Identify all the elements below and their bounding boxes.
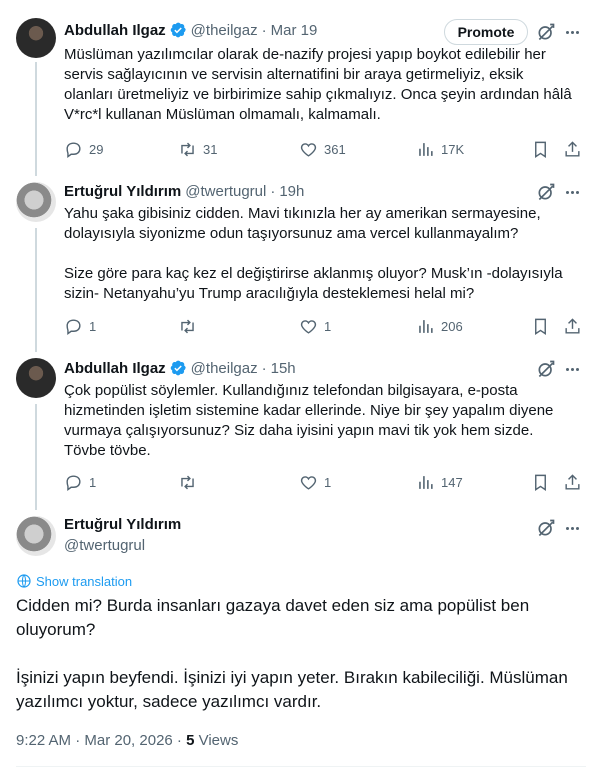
tweet-text: Cidden mi? Burda insanları gazaya davet … <box>16 596 568 711</box>
separator-dot: · <box>270 182 276 200</box>
analytics-icon <box>419 319 433 333</box>
analytics-icon <box>419 475 433 489</box>
author-handle[interactable]: @theilgaz <box>191 360 258 377</box>
views-count: 147 <box>441 474 463 490</box>
tweet-actions: 1 1 206 <box>64 316 586 336</box>
reply-count: 1 <box>89 318 97 334</box>
analytics-icon <box>419 142 433 156</box>
repost-icon <box>181 142 194 156</box>
bookmark-icon <box>535 474 546 491</box>
avatar[interactable] <box>16 18 56 58</box>
reply-count: 29 <box>89 141 104 157</box>
show-translation-link[interactable]: Show translation <box>16 573 132 589</box>
translate-icon <box>17 574 31 588</box>
views-count: 17K <box>441 141 465 157</box>
views-count: 206 <box>441 318 463 334</box>
repost-count: 31 <box>203 141 218 157</box>
share-button[interactable] <box>563 316 582 336</box>
avatar[interactable] <box>16 516 56 556</box>
bookmark-button[interactable] <box>531 316 550 336</box>
tweet-header: Ertuğrul Yıldırım @twertugrul · 19h <box>64 181 586 201</box>
repost-button[interactable] <box>178 472 203 492</box>
author-name[interactable]: Abdullah Ilgaz <box>64 360 166 377</box>
tweet-text: Yahu şaka gibisiniz cidden. Mavi tıkınız… <box>64 205 563 302</box>
views-button[interactable]: 147 <box>416 472 463 492</box>
divider <box>16 766 586 767</box>
tweet-time[interactable]: 15h <box>271 360 296 377</box>
share-button[interactable] <box>563 139 582 159</box>
author-name[interactable]: Ertuğrul Yıldırım <box>64 516 181 533</box>
reply-icon <box>66 141 81 158</box>
verified-badge-icon <box>170 22 186 38</box>
heart-icon <box>300 319 317 334</box>
repost-button[interactable] <box>178 316 203 336</box>
bookmark-button[interactable] <box>531 472 550 492</box>
tweet-text: Çok popülist söylemler. Kullandığınız te… <box>64 382 554 459</box>
show-translation-label: Show translation <box>36 573 133 589</box>
tweet-meta: 9:22 AM · Mar 20, 2026 · 5 Views <box>16 732 238 749</box>
bookmark-icon <box>535 318 546 335</box>
verified-badge-icon <box>170 360 186 376</box>
promote-button[interactable]: Promote <box>444 19 528 45</box>
tweet[interactable]: Abdullah Ilgaz @theilgaz · Mar 19 Promot… <box>0 0 602 172</box>
reply-icon <box>66 318 81 335</box>
separator-dot: · <box>261 21 267 39</box>
tweet-timestamp[interactable]: 9:22 AM · Mar 20, 2026 · <box>16 732 186 749</box>
tweet[interactable]: Abdullah Ilgaz @theilgaz · 15h Çok popül… <box>0 348 602 506</box>
author-name[interactable]: Abdullah Ilgaz <box>64 22 166 39</box>
separator-dot: · <box>261 359 267 377</box>
tweet-header: Abdullah Ilgaz @theilgaz · 15h <box>64 358 586 378</box>
share-icon <box>565 473 580 490</box>
like-button[interactable]: 1 <box>299 472 331 492</box>
heart-icon <box>300 475 317 490</box>
grok-icon[interactable] <box>536 518 556 538</box>
share-icon <box>565 317 580 334</box>
share-icon <box>565 140 580 157</box>
author-handle[interactable]: @twertugrul <box>64 537 181 554</box>
reply-icon <box>66 474 81 491</box>
views-label: Views <box>194 732 239 749</box>
bookmark-button[interactable] <box>531 139 550 159</box>
views-button[interactable]: 17K <box>416 139 464 159</box>
tweet-time[interactable]: 19h <box>279 183 304 200</box>
repost-icon <box>181 319 194 333</box>
tweet-time[interactable]: Mar 19 <box>271 22 318 39</box>
heart-icon <box>300 142 317 157</box>
repost-button[interactable]: 31 <box>178 139 217 159</box>
focused-tweet: Ertuğrul Yıldırım @twertugrul Show trans… <box>0 506 602 769</box>
avatar[interactable] <box>16 182 56 222</box>
like-button[interactable]: 361 <box>299 139 346 159</box>
tweet[interactable]: Ertuğrul Yıldırım @twertugrul · 19h Yahu… <box>0 172 602 348</box>
like-count: 1 <box>324 318 332 334</box>
tweet-text: Müslüman yazılımcılar olarak de-nazify p… <box>64 46 572 123</box>
author-handle[interactable]: @twertugrul <box>185 183 266 200</box>
tweet-actions: 29 31 361 17K <box>64 139 586 159</box>
reply-count: 1 <box>89 474 97 490</box>
bookmark-icon <box>535 141 546 158</box>
tweet-actions: 1 1 147 <box>64 472 586 492</box>
reply-button[interactable]: 1 <box>64 472 96 492</box>
more-icon[interactable] <box>562 359 582 379</box>
like-count: 361 <box>324 141 346 157</box>
author-name[interactable]: Ertuğrul Yıldırım <box>64 183 181 200</box>
reply-button[interactable]: 1 <box>64 316 96 336</box>
like-button[interactable]: 1 <box>299 316 331 336</box>
like-count: 1 <box>324 474 332 490</box>
grok-icon[interactable] <box>536 22 556 42</box>
avatar[interactable] <box>16 358 56 398</box>
views-button[interactable]: 206 <box>416 316 463 336</box>
reply-button[interactable]: 29 <box>64 139 103 159</box>
grok-icon[interactable] <box>536 182 556 202</box>
author-handle[interactable]: @theilgaz <box>191 22 258 39</box>
grok-icon[interactable] <box>536 359 556 379</box>
repost-icon <box>181 475 194 489</box>
focused-author: Ertuğrul Yıldırım @twertugrul <box>64 516 181 554</box>
more-icon[interactable] <box>562 182 582 202</box>
more-icon[interactable] <box>562 22 582 42</box>
more-icon[interactable] <box>562 518 582 538</box>
share-button[interactable] <box>563 472 582 492</box>
